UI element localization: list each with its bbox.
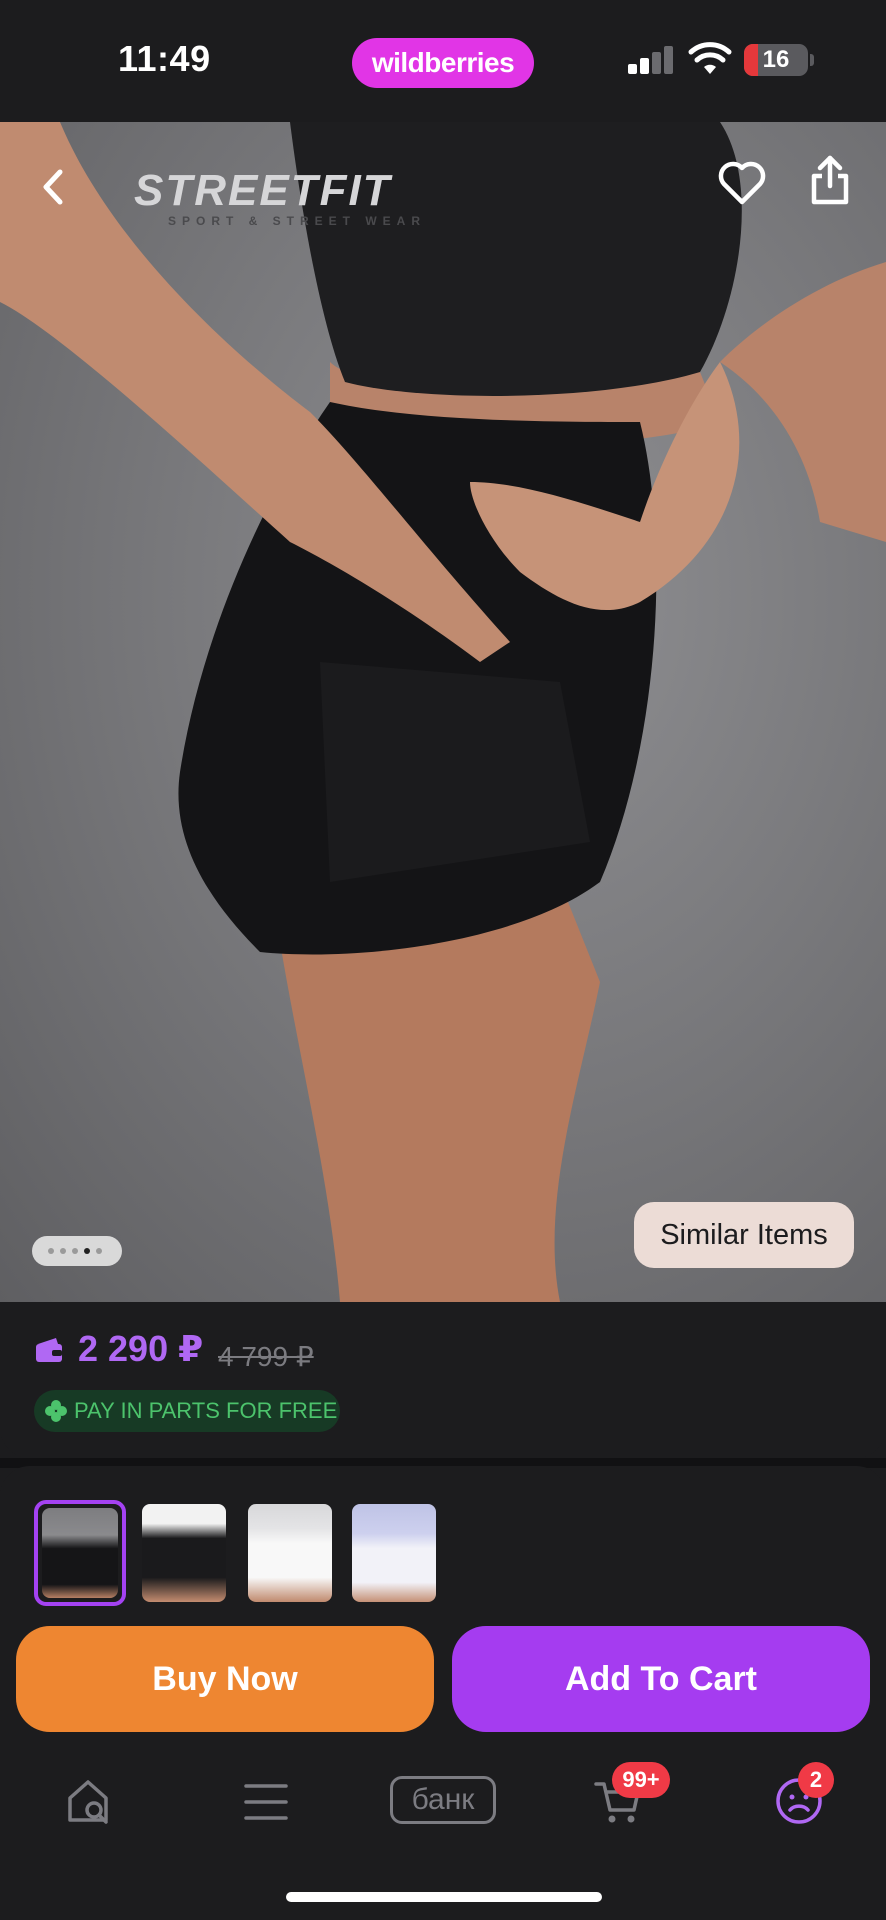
add-to-cart-button[interactable]: Add To Cart [452, 1626, 870, 1732]
variant-thumbnail[interactable] [348, 1500, 440, 1606]
battery-tip [810, 54, 814, 66]
brand-logo-tagline: SPORT & STREET WEAR [168, 214, 427, 228]
variant-thumbnails [0, 1466, 886, 1606]
clover-icon [45, 1400, 67, 1422]
catalog-menu-icon[interactable] [244, 1782, 288, 1822]
status-bar: 11:49 wildberries 16 [0, 0, 886, 122]
variant-thumbnail[interactable] [244, 1500, 336, 1606]
battery-icon: 16 [744, 44, 808, 76]
installments-label: PAY IN PARTS FOR FREE [74, 1398, 338, 1423]
share-icon[interactable] [806, 152, 854, 208]
app-name-pill: wildberries [352, 38, 534, 88]
home-indicator [286, 1892, 602, 1902]
product-image-gallery[interactable]: STREETFIT SPORT & STREET WEAR Similar It… [0, 122, 886, 1302]
variant-thumbnail[interactable] [138, 1500, 230, 1606]
similar-items-button[interactable]: Similar Items [634, 1202, 854, 1268]
home-search-icon[interactable] [64, 1776, 114, 1826]
profile-notification-badge: 2 [798, 1762, 834, 1798]
product-photo [0, 122, 886, 1302]
wifi-icon [688, 42, 732, 74]
cart-count-badge: 99+ [612, 1762, 670, 1798]
old-price: 4 799 ₽ [218, 1341, 314, 1372]
bank-tab[interactable]: банк [390, 1776, 496, 1824]
current-price: 2 290 ₽ [78, 1328, 204, 1369]
wallet-icon [36, 1338, 62, 1362]
buy-now-button[interactable]: Buy Now [16, 1626, 434, 1732]
cellular-signal-icon [628, 46, 674, 74]
price-section: 2 290 ₽ 4 799 ₽ PAY IN PARTS FOR FREE [0, 1302, 886, 1458]
brand-logo: STREETFIT SPORT & STREET WEAR [134, 166, 434, 228]
installments-badge[interactable]: PAY IN PARTS FOR FREE [34, 1390, 340, 1432]
image-page-indicator [32, 1236, 122, 1266]
brand-logo-name: STREETFIT [134, 166, 392, 215]
variant-thumbnail-selected[interactable] [34, 1500, 126, 1606]
battery-level: 16 [762, 46, 790, 73]
back-chevron-icon[interactable] [34, 162, 74, 212]
heart-icon[interactable] [716, 156, 768, 208]
status-time: 11:49 [118, 38, 211, 79]
